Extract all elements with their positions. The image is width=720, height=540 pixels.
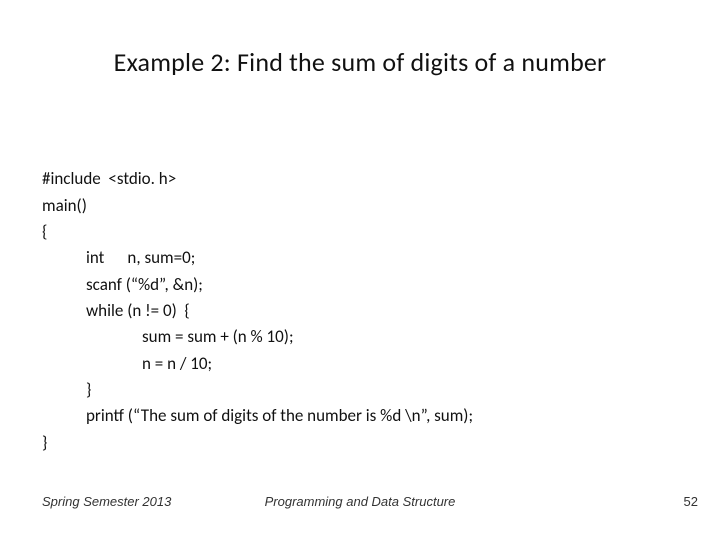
- slide-number: 52: [684, 494, 698, 509]
- code-line: }: [42, 432, 47, 453]
- code-line: sum = sum + (n % 10);: [42, 324, 473, 350]
- code-line: }: [42, 377, 473, 403]
- footer: Spring Semester 2013 Programming and Dat…: [0, 494, 720, 514]
- code-line: n = n / 10;: [42, 351, 473, 377]
- slide: Example 2: Find the sum of digits of a n…: [0, 0, 720, 540]
- code-line: int n, sum=0;: [42, 245, 473, 271]
- slide-title: Example 2: Find the sum of digits of a n…: [0, 0, 720, 78]
- code-block: #include <stdio. h> main() { int n, sum=…: [42, 140, 473, 456]
- footer-course: Programming and Data Structure: [0, 494, 720, 509]
- code-line: while (n != 0) {: [42, 298, 473, 324]
- code-line: main(): [42, 195, 87, 216]
- code-line: scanf (“%d”, &n);: [42, 272, 473, 298]
- code-line: {: [42, 221, 47, 242]
- code-line: #include <stdio. h>: [42, 168, 176, 189]
- code-line: printf (“The sum of digits of the number…: [42, 403, 473, 429]
